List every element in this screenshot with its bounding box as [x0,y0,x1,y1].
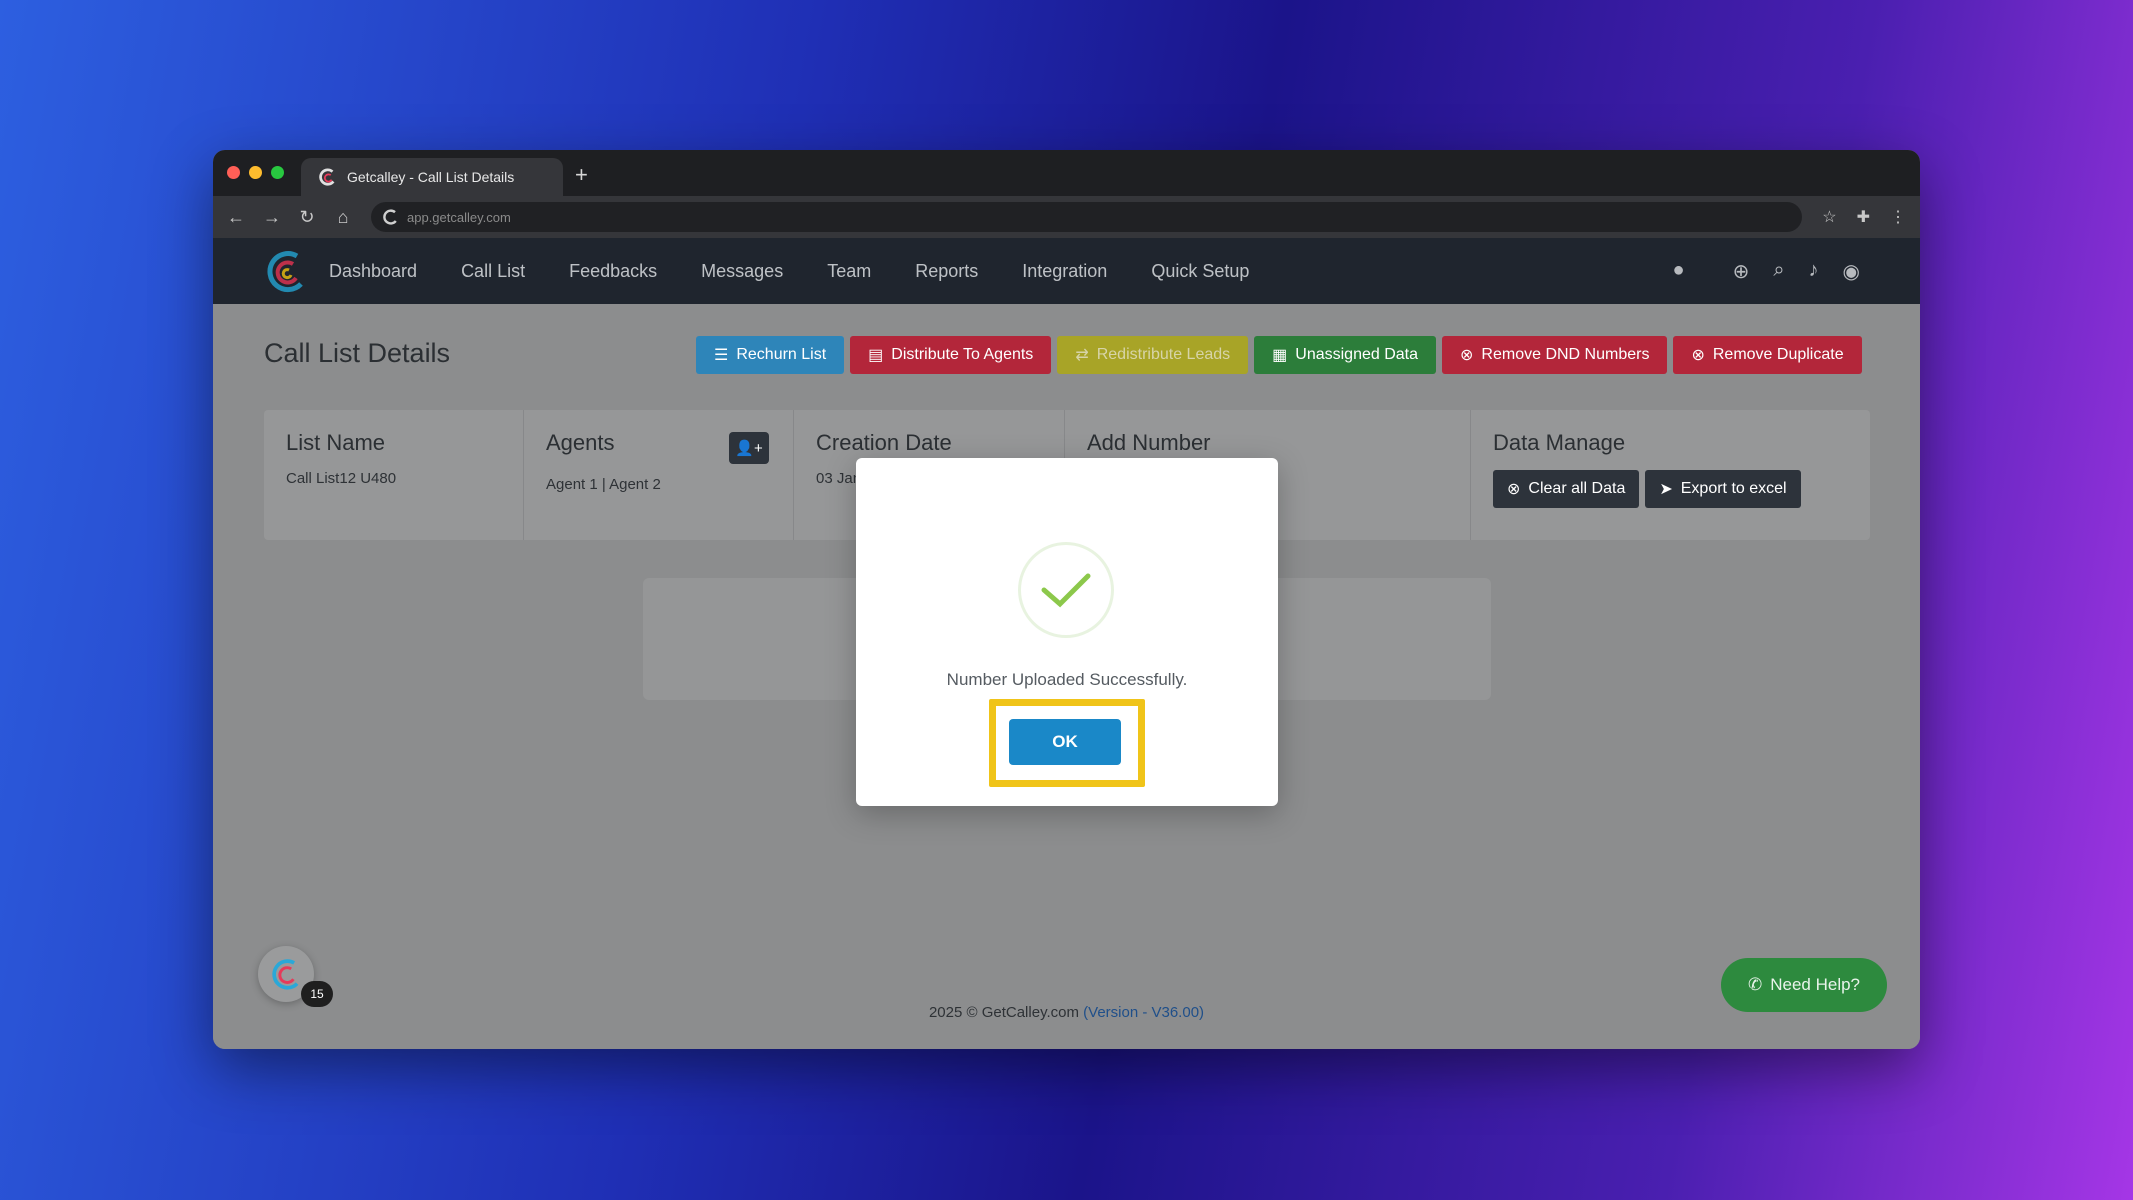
list-name-value: Call List12 U480 [286,470,397,487]
url-field[interactable]: app.getcalley.com [371,202,1803,232]
need-help-label: Need Help? [1770,975,1861,994]
new-tab-button[interactable]: + [575,162,588,188]
nav-reports[interactable]: Reports [915,261,978,282]
browser-toolbar-right: ☆ ✚ ⋮ [1822,207,1906,227]
list-icon: ☰ [714,347,729,364]
rechurn-list-label: Rechurn List [736,346,827,363]
page-content: Call List Details ☰ Rechurn List ▤ Distr… [213,304,1920,1049]
user-plus-icon: 👤+ [735,440,763,457]
search-icon[interactable]: ⌕ [1773,259,1784,284]
success-check-circle [1018,542,1114,638]
whatsapp-icon: ✆ [1747,975,1763,994]
address-bar: ← → ↻ ⌂ app.getcalley.com ☆ ✚ ⋮ [213,196,1920,238]
agents-card: Agents Agent 1 | Agent 2 👤+ [524,410,794,540]
home-icon[interactable]: ⌂ [335,207,351,228]
footer-copyright: 2025 © GetCalley.com [928,1004,1079,1021]
maximize-window-button[interactable] [271,166,284,179]
action-toolbar: ☰ Rechurn List ▤ Distribute To Agents ⇄ … [696,336,1862,374]
user-account-icon[interactable]: ◉ [1843,259,1860,284]
forward-icon[interactable]: → [263,207,281,228]
remove-circle-icon: ⊗ [1460,347,1474,364]
back-icon[interactable]: ← [227,207,245,228]
extensions-puzzle-icon[interactable]: ✚ [1857,207,1870,227]
table-icon: ▦ [1272,347,1288,364]
clear-all-data-button[interactable]: ⊗ Clear all Data [1493,470,1640,508]
bookmark-star-icon[interactable]: ☆ [1822,207,1836,227]
send-arrow-icon: ➤ [1659,481,1673,498]
nav-feedbacks[interactable]: Feedbacks [569,261,657,282]
tab-title: Getcalley - Call List Details [347,169,515,185]
nav-quick-setup[interactable]: Quick Setup [1151,261,1249,282]
remove-circle-icon: ⊗ [1691,347,1705,364]
support-lifebuoy-icon[interactable]: ⊕ [1733,259,1750,284]
navbar-icons: ● ⊕ ⌕ ♪ ◉ [1672,259,1860,284]
site-favicon-icon [383,209,397,225]
browser-menu-icon[interactable]: ⋮ [1890,207,1906,227]
remove-dnd-numbers-button[interactable]: ⊗ Remove DND Numbers [1442,336,1668,374]
unassigned-data-button[interactable]: ▦ Unassigned Data [1254,336,1437,374]
reload-icon[interactable]: ↻ [299,207,315,228]
redistribute-label: Redistribute Leads [1096,346,1231,363]
export-to-excel-button[interactable]: ➤ Export to excel [1645,470,1801,508]
redistribute-leads-button[interactable]: ⇄ Redistribute Leads [1057,336,1249,374]
list-name-heading: List Name [286,430,386,455]
nav-team[interactable]: Team [827,261,871,282]
clear-all-data-label: Clear all Data [1528,480,1626,497]
add-number-heading: Add Number [1087,430,1211,455]
remove-duplicate-label: Remove Duplicate [1712,346,1844,363]
browser-window: Getcalley - Call List Details + ← → ↻ ⌂ … [213,150,1920,1049]
data-manage-actions: ⊗ Clear all Data ➤ Export to excel [1493,470,1848,508]
bell-icon[interactable]: ♪ [1809,259,1819,284]
ok-button[interactable]: OK [1009,719,1121,765]
remove-duplicate-button[interactable]: ⊗ Remove Duplicate [1673,336,1862,374]
database-icon: ▤ [868,347,884,364]
main-nav: Dashboard Call List Feedbacks Messages T… [329,261,1249,282]
retweet-icon: ⇄ [1075,347,1089,364]
rechurn-list-button[interactable]: ☰ Rechurn List [696,336,845,374]
distribute-to-agents-button[interactable]: ▤ Distribute To Agents [850,336,1052,374]
calley-logo[interactable] [263,248,309,294]
page-title: Call List Details [264,338,451,368]
unassigned-label: Unassigned Data [1295,346,1419,363]
browser-tabbar: Getcalley - Call List Details + [213,150,1920,196]
browser-tab[interactable]: Getcalley - Call List Details [301,158,563,196]
agents-value: Agent 1 | Agent 2 [546,476,661,493]
close-window-button[interactable] [227,166,240,179]
calley-favicon-icon [319,168,335,186]
distribute-label: Distribute To Agents [891,346,1034,363]
success-dialog: Number Uploaded Successfully. OK [856,458,1278,806]
dialog-message: Number Uploaded Successfully. [946,670,1188,689]
nav-messages[interactable]: Messages [701,261,783,282]
remove-dnd-label: Remove DND Numbers [1481,346,1650,363]
app-navbar: Dashboard Call List Feedbacks Messages T… [213,238,1920,304]
checkmark-icon [1041,573,1091,608]
url-text: app.getcalley.com [407,209,511,225]
footer: 2025 © GetCalley.com (Version - V36.00) [213,1004,1920,1021]
footer-version-link[interactable]: (Version - V36.00) [1083,1004,1204,1021]
nav-integration[interactable]: Integration [1022,261,1107,282]
list-name-card: List Name Call List12 U480 [264,410,524,540]
window-controls [227,166,284,179]
creation-date-heading: Creation Date [816,430,952,455]
nav-call-list[interactable]: Call List [461,261,525,282]
calley-logo-icon [272,959,299,990]
data-manage-heading: Data Manage [1493,430,1626,455]
minimize-window-button[interactable] [249,166,262,179]
nav-dashboard[interactable]: Dashboard [329,261,417,282]
remove-circle-icon: ⊗ [1507,481,1521,498]
export-label: Export to excel [1680,480,1787,497]
add-agent-button[interactable]: 👤+ [729,432,769,464]
android-icon[interactable]: ● [1672,259,1684,284]
data-manage-card: Data Manage ⊗ Clear all Data ➤ Export to… [1471,410,1870,540]
